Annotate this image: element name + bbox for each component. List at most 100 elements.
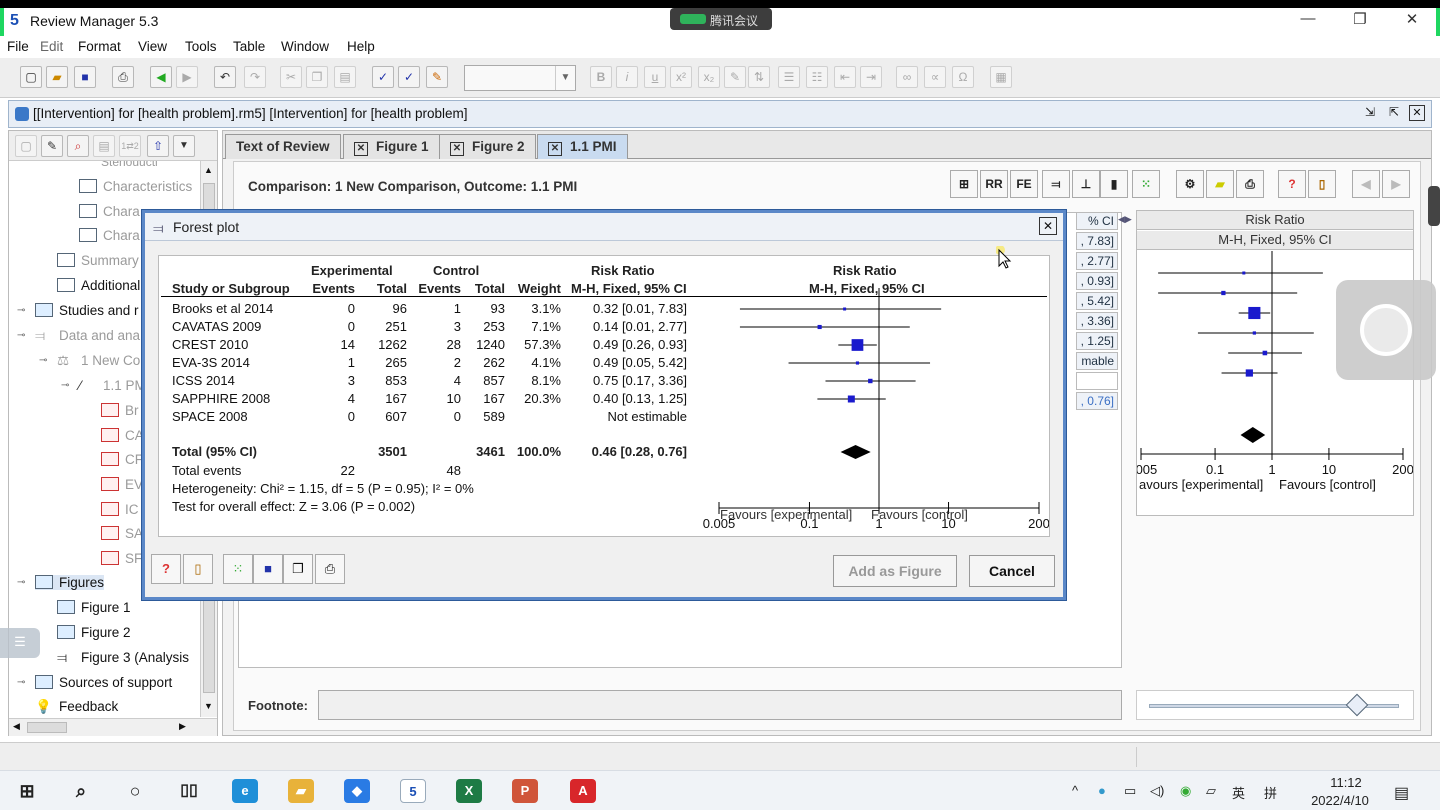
numbering-icon[interactable]: ☷ <box>806 66 828 88</box>
ime-language-indicator[interactable]: 英 <box>1232 783 1245 802</box>
tree-item-chara-2[interactable]: Chara <box>79 228 140 243</box>
powerpoint-icon[interactable]: P <box>512 779 538 803</box>
tree-item-figures[interactable]: ⊸ Figures <box>17 575 105 590</box>
superscript-icon[interactable]: x² <box>670 66 692 88</box>
tree-item-figure-3[interactable]: ⫤ Figure 3 (Analysis <box>57 650 189 666</box>
tree-item-data-analyses[interactable]: ⊸ ⫤ Data and ana <box>17 328 140 344</box>
scroll-down-icon[interactable]: ▼ <box>204 701 213 711</box>
floating-record-button[interactable] <box>1336 280 1436 380</box>
tab-1-1-pmi[interactable]: ✕ 1.1 PMI <box>537 134 628 159</box>
close-tab-icon[interactable]: ✕ <box>548 142 562 156</box>
paste-icon[interactable]: ▤ <box>334 66 356 88</box>
side-menu-tab[interactable]: ☰ <box>0 628 40 658</box>
pdf-reader-icon[interactable]: A <box>570 779 596 803</box>
excel-icon[interactable]: X <box>456 779 482 803</box>
close-doc-icon[interactable]: ✕ <box>1409 105 1425 121</box>
menu-table[interactable]: Table <box>233 39 265 54</box>
meeting-badge[interactable]: 腾讯会议 <box>670 8 772 30</box>
bold-icon[interactable]: B <box>590 66 612 88</box>
tray-chevron-up-icon[interactable]: ^ <box>1072 783 1078 798</box>
ime-mode-indicator[interactable]: 拼 <box>1264 783 1277 802</box>
menu-tools[interactable]: Tools <box>185 39 217 54</box>
book-icon[interactable]: ▯ <box>1308 170 1336 198</box>
search-icon[interactable]: ⌕ <box>68 779 94 803</box>
outline-properties-icon[interactable]: ▤ <box>93 135 115 157</box>
windows-start-icon[interactable]: ⊞ <box>14 779 40 803</box>
tree-item-chara-1[interactable]: Chara <box>79 204 140 219</box>
outline-menu-icon[interactable]: ▼ <box>173 135 195 157</box>
meeting-app-icon[interactable]: ◆ <box>344 779 370 803</box>
forward-arrow-icon[interactable]: ▶ <box>176 66 198 88</box>
zoom-slider[interactable] <box>1136 690 1414 720</box>
cortana-icon[interactable]: ○ <box>122 779 148 803</box>
zoom-slider-thumb[interactable] <box>1345 693 1369 717</box>
file-explorer-icon[interactable]: ▰ <box>288 779 314 803</box>
omega-icon[interactable]: Ω <box>952 66 974 88</box>
menu-edit[interactable]: Edit <box>40 39 63 54</box>
print-icon[interactable]: ⎙ <box>315 554 345 584</box>
pen-icon[interactable]: ✎ <box>724 66 746 88</box>
format-icon[interactable]: ⇅ <box>748 66 770 88</box>
review-manager-taskbar-icon[interactable]: 5 <box>400 779 426 803</box>
tree-item-comparison[interactable]: ⊸ ⚖ 1 New Co <box>39 353 140 369</box>
new-icon[interactable]: ▢ <box>20 66 42 88</box>
tree-item-study[interactable]: CA <box>101 428 144 443</box>
task-view-icon[interactable]: ▯▯ <box>176 779 202 803</box>
edge-browser-icon[interactable]: e <box>232 779 258 803</box>
bullets-icon[interactable]: ☰ <box>778 66 800 88</box>
underline-icon[interactable]: u <box>644 66 666 88</box>
outline-edit-icon[interactable]: ✎ <box>41 135 63 157</box>
save-icon[interactable]: ■ <box>253 554 283 584</box>
tray-security-icon[interactable]: ◉ <box>1180 783 1191 799</box>
italic-icon[interactable]: i <box>616 66 638 88</box>
tree-item-feedback[interactable]: 💡 Feedback <box>35 699 118 715</box>
print-icon[interactable]: ⎙ <box>1236 170 1264 198</box>
spell-check-2-icon[interactable]: ✓ <box>398 66 420 88</box>
copy-icon[interactable]: ❐ <box>306 66 328 88</box>
forest-plot-icon[interactable]: ⫤ <box>1042 170 1070 198</box>
note-icon[interactable]: ▰ <box>1206 170 1234 198</box>
outline-find-icon[interactable]: ⌕ <box>67 135 89 157</box>
forward-icon[interactable]: ▶ <box>1382 170 1410 198</box>
add-study-icon[interactable]: ⊞ <box>950 170 978 198</box>
fixed-effect-button[interactable]: FE <box>1010 170 1038 198</box>
chevron-down-icon[interactable]: ▼ <box>555 66 575 90</box>
tab-figure-2[interactable]: ✕ Figure 2 <box>439 134 536 159</box>
print-icon[interactable]: ⎙ <box>112 66 134 88</box>
add-as-figure-button[interactable]: Add as Figure <box>833 555 957 587</box>
scroll-right-icon[interactable]: ▶ <box>179 721 186 732</box>
grid-icon[interactable]: ⁙ <box>1132 170 1160 198</box>
close-tab-icon[interactable]: ✕ <box>354 142 368 156</box>
tree-item-additional[interactable]: Additional <box>57 278 140 293</box>
expand-toggle-icon[interactable]: ⊸ <box>61 380 71 391</box>
tree-item-outcome[interactable]: ⊸ ⁄ 1.1 PM <box>61 378 146 393</box>
spell-check-icon[interactable]: ✓ <box>372 66 394 88</box>
back-arrow-icon[interactable]: ◀ <box>150 66 172 88</box>
scroll-thumb[interactable] <box>27 722 67 733</box>
expand-toggle-icon[interactable]: ⊸ <box>17 330 27 341</box>
clock-time[interactable]: 11:12 <box>1316 775 1376 790</box>
risk-ratio-button[interactable]: RR <box>980 170 1008 198</box>
expand-toggle-icon[interactable]: ⊸ <box>17 577 27 588</box>
notification-icon[interactable]: ▤ <box>1394 783 1409 803</box>
help-icon[interactable]: ? <box>1278 170 1306 198</box>
tree-item-figure-1[interactable]: Figure 1 <box>57 600 131 615</box>
cancel-button[interactable]: Cancel <box>969 555 1055 587</box>
grid-icon[interactable]: ⁙ <box>223 554 253 584</box>
clock-date[interactable]: 2022/4/10 <box>1300 793 1380 808</box>
indent-icon[interactable]: ⇥ <box>860 66 882 88</box>
menu-view[interactable]: View <box>138 39 167 54</box>
copy-icon[interactable]: ❐ <box>283 554 313 584</box>
tray-display-icon[interactable]: ▱ <box>1206 783 1216 799</box>
tree-item-study[interactable]: CF <box>101 452 143 467</box>
undo-icon[interactable]: ↶ <box>214 66 236 88</box>
highlighter-icon[interactable]: ✎ <box>426 66 448 88</box>
restore-button[interactable]: ❐ <box>1340 10 1380 32</box>
close-tab-icon[interactable]: ✕ <box>450 142 464 156</box>
unlink-icon[interactable]: ∝ <box>924 66 946 88</box>
menu-format[interactable]: Format <box>78 39 121 54</box>
outline-up-icon[interactable]: ⇧ <box>147 135 169 157</box>
tree-item-summary[interactable]: Summary <box>57 253 139 268</box>
outdent-icon[interactable]: ⇤ <box>834 66 856 88</box>
expand-toggle-icon[interactable]: ⊸ <box>17 677 27 688</box>
